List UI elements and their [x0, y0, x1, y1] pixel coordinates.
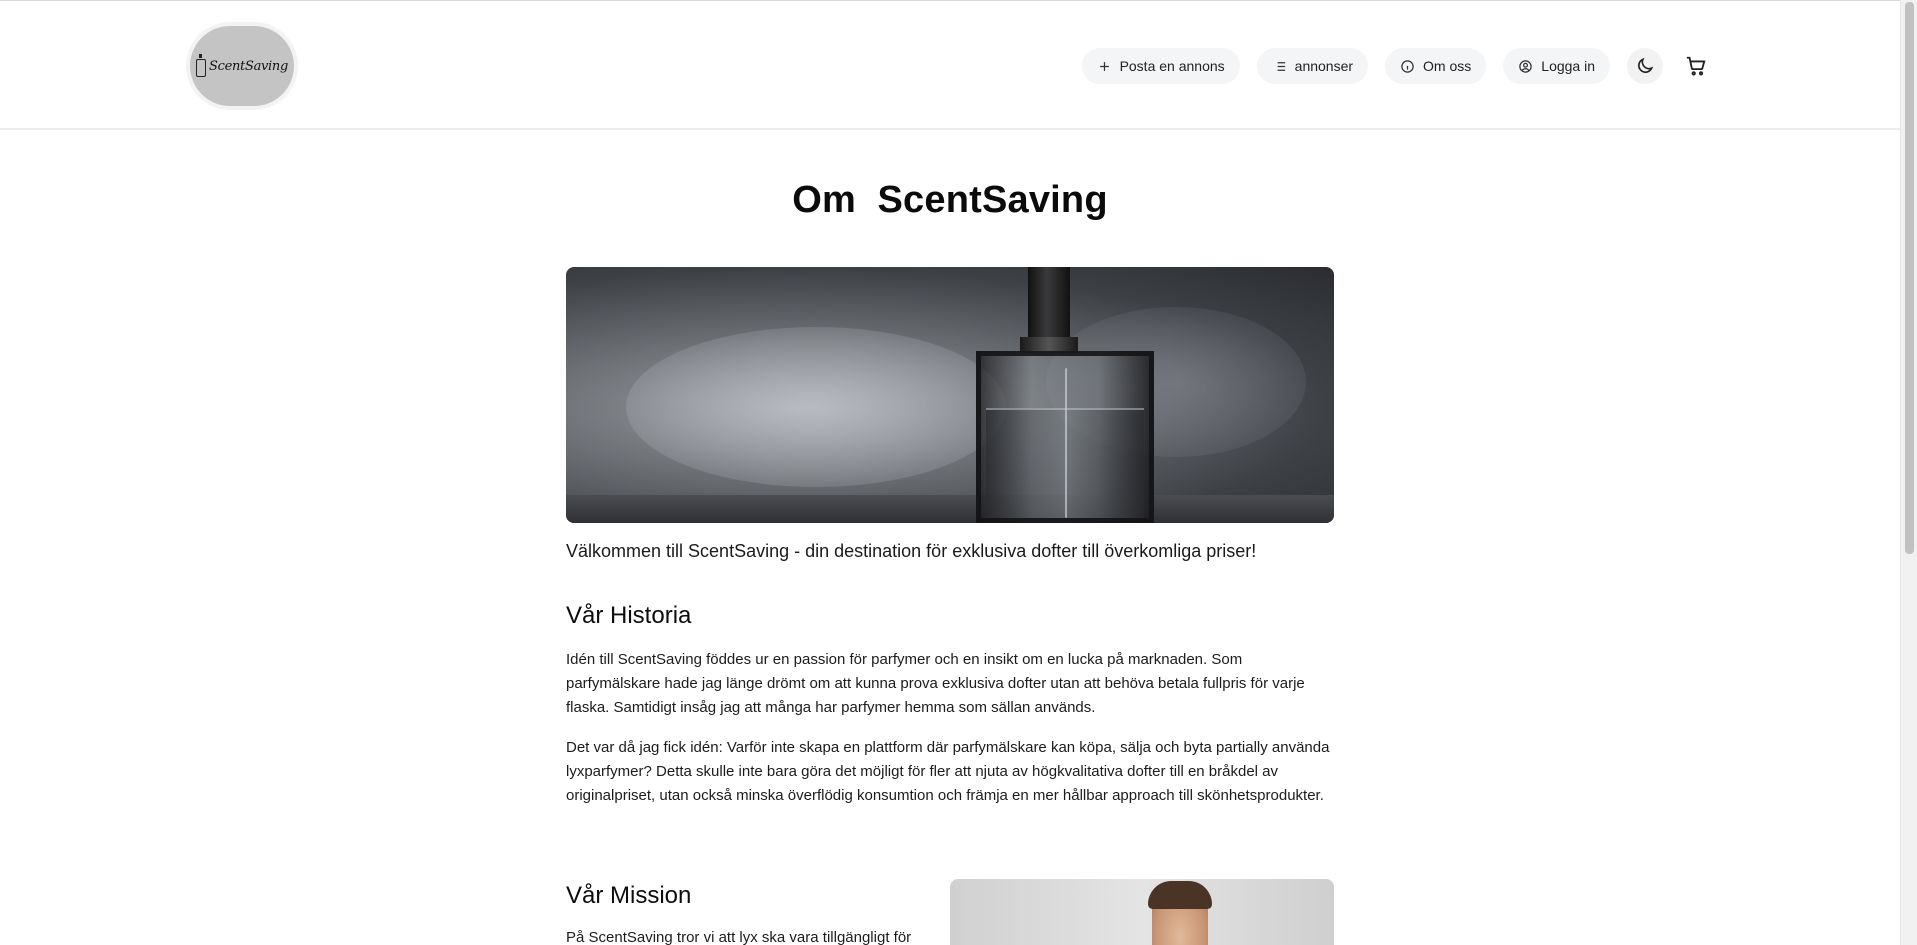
login-label: Logga in: [1541, 58, 1595, 74]
vertical-scrollbar[interactable]: [1900, 0, 1917, 945]
moon-icon: [1638, 57, 1654, 73]
logo-link[interactable]: ScentSaving: [186, 22, 298, 110]
mission-image: [950, 879, 1334, 945]
about-button[interactable]: Om oss: [1385, 48, 1487, 84]
cart-button[interactable]: [1680, 48, 1712, 84]
plus-icon: [1099, 61, 1109, 71]
hero-mist: [626, 327, 1006, 487]
perfume-bottle-icon: [195, 53, 206, 77]
history-paragraph-2: Det var då jag fick idén: Varför inte sk…: [566, 739, 1330, 804]
mission-paragraph: På ScentSaving tror vi att lyx ska vara …: [566, 929, 912, 945]
info-icon: [1401, 59, 1414, 73]
post-ad-label: Posta en annons: [1119, 58, 1225, 74]
listings-button[interactable]: annonser: [1256, 48, 1369, 84]
user-circle-icon: [1519, 59, 1533, 73]
history-paragraph-1: Idén till ScentSaving föddes ur en passi…: [566, 651, 1305, 716]
logo-text: ScentSaving: [208, 58, 289, 74]
perfume-tube: [1065, 368, 1069, 518]
history-heading: Vår Historia: [566, 602, 692, 629]
main-nav: Posta en annons annonser Om oss Logga in: [1081, 48, 1712, 84]
logo: ScentSaving: [190, 26, 294, 106]
person-hair: [1148, 881, 1212, 909]
listings-label: annonser: [1294, 58, 1354, 74]
post-ad-button[interactable]: Posta en annons: [1081, 48, 1240, 84]
about-label: Om oss: [1423, 58, 1472, 74]
page-title: Om ScentSaving: [792, 179, 1108, 221]
page: ScentSaving Posta en annons annonser Om …: [0, 0, 1900, 945]
hero-ground: [566, 495, 1334, 523]
site-header: ScentSaving Posta en annons annonser Om …: [0, 1, 1900, 130]
theme-toggle-button[interactable]: [1627, 48, 1663, 84]
list-icon: [1274, 61, 1285, 71]
welcome-text: Välkommen till ScentSaving - din destina…: [566, 541, 1257, 561]
login-button[interactable]: Logga in: [1503, 48, 1610, 84]
hero-image: [566, 267, 1334, 523]
mission-heading: Vår Mission: [566, 882, 692, 909]
perfume-bottle-body: [976, 351, 1154, 523]
scrollbar-thumb[interactable]: [1905, 2, 1914, 554]
cart-icon: [1686, 56, 1706, 76]
perfume-bottle-cap: [1028, 267, 1070, 345]
